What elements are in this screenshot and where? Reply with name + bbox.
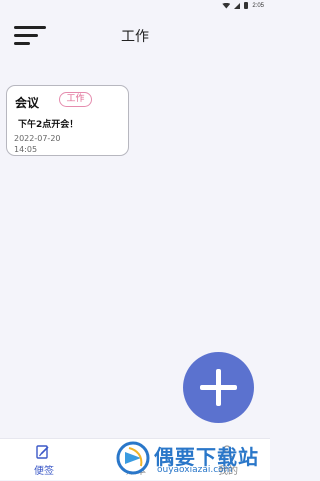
status-icons: 2:05 <box>222 2 264 9</box>
note-body: 下午2点开会！ <box>18 120 79 130</box>
header: 工作 <box>0 12 270 58</box>
plus-icon <box>183 352 254 423</box>
nav-item-notes[interactable]: 便签 <box>4 439 84 481</box>
page-title: 工作 <box>121 29 149 45</box>
status-bar: 2:05 <box>0 0 270 12</box>
note-date: 2022-07-20 <box>14 134 61 143</box>
note-datetime: 2022-07-20 14:05 <box>14 133 61 155</box>
note-tag: 工作 <box>59 92 92 107</box>
watermark: 偶要下载站 ouyaoxiazai.com <box>111 438 270 480</box>
note-card[interactable]: 会议 工作 下午2点开会！ 2022-07-20 14:05 <box>6 85 129 156</box>
battery-icon <box>244 2 249 9</box>
watermark-url: ouyaoxiazai.com <box>157 465 233 475</box>
signal-icon <box>234 2 241 9</box>
status-time: 2:05 <box>252 2 264 9</box>
note-edit-icon <box>36 445 49 459</box>
watermark-logo-icon <box>116 441 150 475</box>
wifi-icon <box>222 2 231 9</box>
add-note-button[interactable] <box>183 352 254 423</box>
nav-label-notes: 便签 <box>34 466 54 477</box>
note-time: 14:05 <box>14 145 38 154</box>
note-title: 会议 <box>15 96 40 110</box>
